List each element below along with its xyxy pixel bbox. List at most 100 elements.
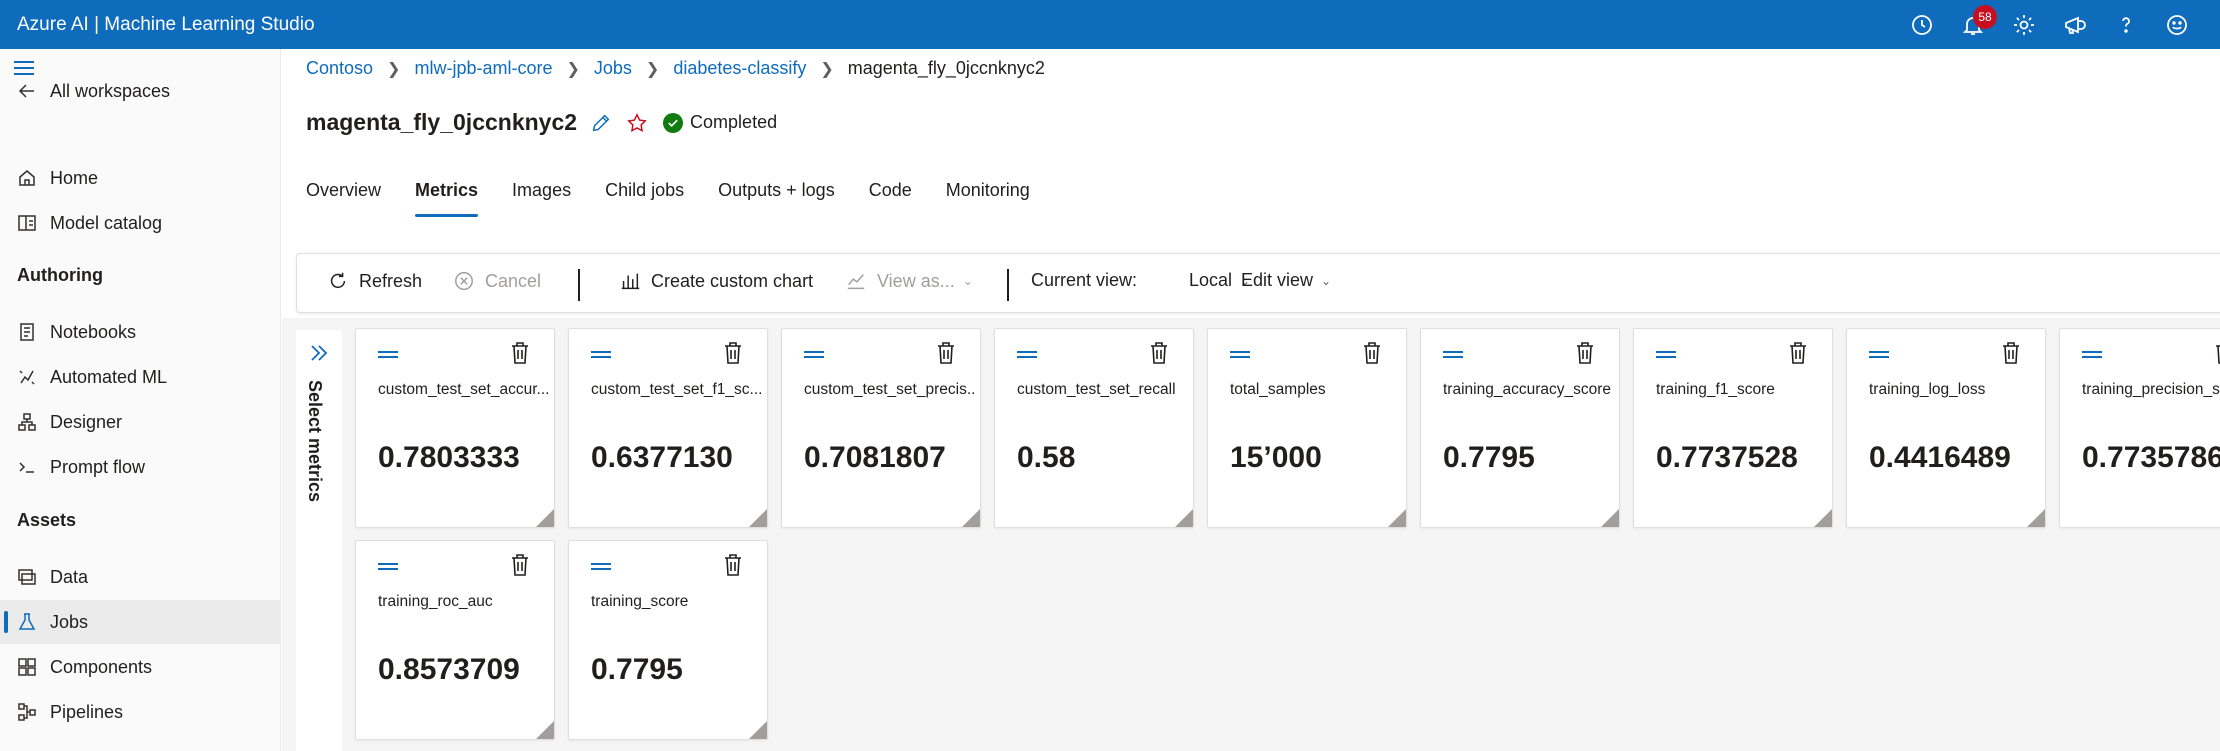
- sidebar-item-components[interactable]: Components: [0, 645, 281, 689]
- notebook-icon: [16, 321, 38, 343]
- trash-icon[interactable]: [2000, 341, 2022, 365]
- cancel-label: Cancel: [485, 270, 542, 291]
- create-custom-chart-button[interactable]: Create custom chart: [619, 270, 813, 292]
- home-icon: [16, 167, 38, 189]
- resize-handle-icon[interactable]: [1388, 509, 1406, 527]
- sidebar-item-label: All workspaces: [50, 80, 171, 101]
- sidebar-item-home[interactable]: Home: [0, 156, 281, 200]
- resize-handle-icon[interactable]: [962, 509, 980, 527]
- view-as-dropdown[interactable]: View as... ⌄: [845, 270, 973, 292]
- drag-handle-icon[interactable]: [804, 351, 824, 361]
- refresh-button[interactable]: Refresh: [327, 270, 422, 292]
- clock-icon[interactable]: [1896, 0, 1947, 49]
- trash-icon[interactable]: [1361, 341, 1383, 365]
- resize-handle-icon[interactable]: [2027, 509, 2045, 527]
- metric-card[interactable]: custom_test_set_accur... 0.7803333: [355, 328, 555, 528]
- trash-icon[interactable]: [509, 341, 531, 365]
- drag-handle-icon[interactable]: [1443, 351, 1463, 361]
- toolbar-divider: [578, 269, 580, 301]
- breadcrumb-current: magenta_fly_0jccnknyc2: [847, 58, 1045, 78]
- sidebar-item-data[interactable]: Data: [0, 555, 281, 599]
- sidebar-item-pipelines[interactable]: Pipelines: [0, 690, 281, 734]
- sidebar-item-notebooks[interactable]: Notebooks: [0, 310, 281, 354]
- drag-handle-icon[interactable]: [1230, 351, 1250, 361]
- create-custom-chart-label: Create custom chart: [651, 270, 814, 291]
- drag-handle-icon[interactable]: [1869, 351, 1889, 361]
- sidebar-item-label: Automated ML: [50, 366, 168, 387]
- trash-icon[interactable]: [509, 553, 531, 577]
- trash-icon[interactable]: [1787, 341, 1809, 365]
- trash-icon[interactable]: [722, 553, 744, 577]
- breadcrumb-link[interactable]: mlw-jpb-aml-core: [414, 58, 552, 79]
- metric-name: custom_test_set_accur...: [378, 381, 548, 398]
- resize-handle-icon[interactable]: [1175, 509, 1193, 527]
- resize-handle-icon[interactable]: [749, 509, 767, 527]
- view-as-label: View as...: [877, 270, 955, 291]
- breadcrumb-link[interactable]: Jobs: [594, 58, 632, 79]
- megaphone-icon[interactable]: [2049, 0, 2100, 49]
- metric-card[interactable]: training_roc_auc 0.8573709: [355, 540, 555, 740]
- resize-handle-icon[interactable]: [536, 721, 554, 739]
- app-title[interactable]: Azure AI | Machine Learning Studio: [17, 14, 315, 36]
- sidebar-item-designer[interactable]: Designer: [0, 400, 281, 444]
- breadcrumb-link[interactable]: Contoso: [306, 58, 373, 79]
- sidebar-item-automated-ml[interactable]: Automated ML: [0, 355, 281, 399]
- chevron-right-icon: ❯: [645, 60, 660, 78]
- bar-chart-icon: [621, 273, 640, 290]
- cancel-button[interactable]: Cancel: [453, 270, 541, 292]
- sidebar-section-authoring: Authoring: [17, 265, 103, 285]
- tab-child-jobs[interactable]: Child jobs: [605, 180, 684, 217]
- metric-card[interactable]: training_accuracy_score 0.7795: [1420, 328, 1620, 528]
- resize-handle-icon[interactable]: [1814, 509, 1832, 527]
- edit-view-dropdown[interactable]: Edit view ⌄: [1241, 270, 1331, 291]
- trash-icon[interactable]: [935, 341, 957, 365]
- metric-card[interactable]: training_score 0.7795: [568, 540, 768, 740]
- help-icon[interactable]: [2100, 0, 2151, 49]
- tab-overview[interactable]: Overview: [306, 180, 381, 217]
- resize-handle-icon[interactable]: [536, 509, 554, 527]
- sidebar: All workspaces Home Model catalog Author…: [0, 49, 281, 751]
- metric-card[interactable]: training_log_loss 0.4416489: [1846, 328, 2046, 528]
- metric-name: training_log_loss: [1869, 381, 1986, 398]
- resize-handle-icon[interactable]: [749, 721, 767, 739]
- tab-outputs-logs[interactable]: Outputs + logs: [718, 180, 835, 217]
- data-icon: [16, 566, 38, 588]
- tab-metrics[interactable]: Metrics: [415, 180, 479, 217]
- metric-card[interactable]: total_samples 15’000: [1207, 328, 1407, 528]
- prompt-icon: [16, 456, 38, 478]
- metric-card[interactable]: custom_test_set_precis... 0.7081807: [781, 328, 981, 528]
- tab-images[interactable]: Images: [512, 180, 571, 217]
- select-metrics-panel-toggle[interactable]: Select metrics: [296, 330, 342, 751]
- star-icon[interactable]: [625, 111, 649, 135]
- breadcrumb-link[interactable]: diabetes-classify: [673, 58, 806, 79]
- resize-handle-icon[interactable]: [1601, 509, 1619, 527]
- trash-icon[interactable]: [2213, 341, 2220, 365]
- drag-handle-icon[interactable]: [1017, 351, 1037, 361]
- bell-icon[interactable]: 58: [1947, 0, 1998, 49]
- drag-handle-icon[interactable]: [1656, 351, 1676, 361]
- sidebar-item-prompt-flow[interactable]: Prompt flow: [0, 445, 281, 489]
- tab-code[interactable]: Code: [869, 180, 912, 217]
- gear-icon[interactable]: [1998, 0, 2049, 49]
- metric-card[interactable]: training_f1_score 0.7737528: [1633, 328, 1833, 528]
- metric-card[interactable]: custom_test_set_f1_sc... 0.6377130: [568, 328, 768, 528]
- pencil-icon[interactable]: [589, 111, 613, 135]
- sidebar-item-all-workspaces[interactable]: All workspaces: [0, 69, 281, 113]
- trash-icon[interactable]: [1574, 341, 1596, 365]
- drag-handle-icon[interactable]: [378, 351, 398, 361]
- drag-handle-icon[interactable]: [2082, 351, 2102, 361]
- metric-card[interactable]: training_precision_sco 0.7735786: [2059, 328, 2220, 528]
- trash-icon[interactable]: [1148, 341, 1170, 365]
- metric-card[interactable]: custom_test_set_recall 0.58: [994, 328, 1194, 528]
- smiley-icon[interactable]: [2151, 0, 2202, 49]
- sidebar-item-label: Home: [50, 167, 99, 188]
- select-metrics-label: Select metrics: [305, 380, 325, 503]
- drag-handle-icon[interactable]: [591, 351, 611, 361]
- tab-monitoring[interactable]: Monitoring: [946, 180, 1030, 217]
- drag-handle-icon[interactable]: [378, 563, 398, 573]
- drag-handle-icon[interactable]: [591, 563, 611, 573]
- metric-name: training_score: [591, 593, 689, 610]
- sidebar-item-jobs[interactable]: Jobs: [0, 600, 281, 644]
- trash-icon[interactable]: [722, 341, 744, 365]
- sidebar-item-model-catalog[interactable]: Model catalog: [0, 201, 281, 245]
